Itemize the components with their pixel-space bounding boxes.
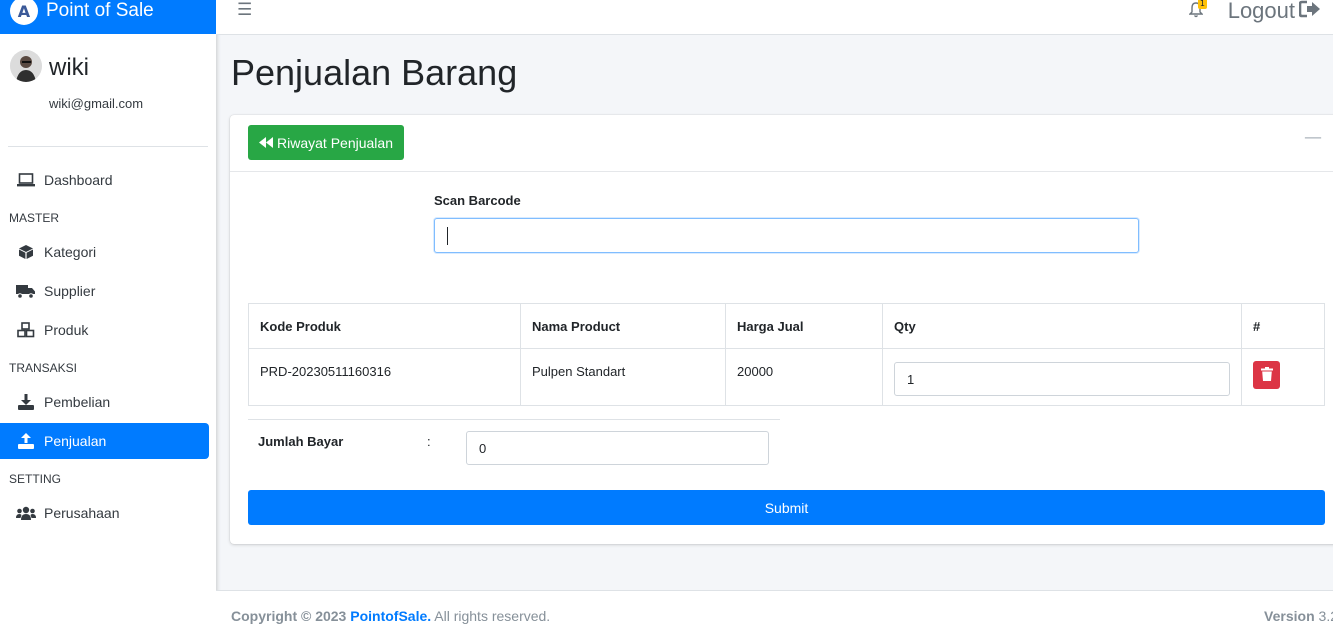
top-navbar: ☰ 1 Logout — [216, 0, 1333, 35]
upload-icon — [16, 433, 36, 449]
copyright: Copyright © 2023 PointofSale. All rights… — [231, 608, 550, 624]
user-panel: wiki wiki@gmail.com — [8, 34, 208, 147]
scan-barcode-label: Scan Barcode — [434, 193, 521, 208]
nav-header-master: MASTER — [9, 210, 60, 225]
brand-logo-icon: A — [10, 0, 38, 25]
sign-out-icon — [1298, 0, 1321, 24]
divider — [248, 419, 780, 420]
column-header: # — [1241, 303, 1325, 349]
version-info: Version 3.2 — [1264, 608, 1333, 624]
cell-harga-jual: 20000 — [725, 348, 883, 406]
truck-icon — [16, 284, 36, 299]
menu-toggle-icon[interactable]: ☰ — [237, 0, 252, 20]
submit-button[interactable]: Submit — [248, 490, 1325, 525]
table-header-row: Kode Produk Nama Product Harga Jual Qty … — [248, 303, 1325, 349]
user-email: wiki@gmail.com — [49, 96, 144, 111]
avatar[interactable] — [10, 50, 42, 82]
version-value: 3.2 — [1318, 608, 1333, 624]
cell-qty: 1 — [882, 348, 1242, 406]
column-header: Nama Product — [520, 303, 726, 349]
column-header: Qty — [882, 303, 1242, 349]
users-icon — [16, 506, 36, 520]
sales-history-label: Riwayat Penjualan — [277, 134, 393, 151]
sidebar-item-label: Kategori — [44, 244, 97, 260]
column-header: Kode Produk — [248, 303, 521, 349]
qty-input[interactable]: 1 — [894, 362, 1230, 396]
table-row: PRD-20230511160316 Pulpen Standart 20000… — [248, 348, 1325, 406]
sidebar-item-label: Produk — [44, 322, 89, 338]
footer: Copyright © 2023 PointofSale. All rights… — [216, 590, 1333, 632]
sidebar-item-label: Supplier — [44, 283, 96, 299]
delete-button[interactable] — [1253, 361, 1280, 389]
backward-icon — [259, 135, 274, 151]
sidebar-item-supplier[interactable]: Supplier — [0, 273, 209, 309]
sidebar-item-pembelian[interactable]: Pembelian — [0, 384, 209, 420]
text-caret — [447, 227, 448, 245]
trash-icon — [1260, 366, 1273, 384]
card-header: Riwayat Penjualan — — [230, 115, 1333, 172]
cell-nama-product: Pulpen Standart — [520, 348, 726, 406]
jumlah-bayar-input[interactable]: 0 — [466, 431, 769, 465]
nav-header-setting: SETTING — [9, 471, 62, 486]
sidebar: A Point of Sale wiki wiki@gmail.com Dash… — [0, 0, 216, 632]
download-icon — [16, 394, 36, 410]
laptop-icon — [16, 173, 36, 187]
sidebar-item-penjualan[interactable]: Penjualan — [0, 423, 209, 459]
cart-table: Kode Produk Nama Product Harga Jual Qty … — [248, 303, 1325, 406]
version-label: Version — [1264, 608, 1315, 624]
collapse-icon[interactable]: — — [1304, 127, 1322, 148]
rights-text: All rights reserved. — [434, 608, 551, 624]
page-title: Penjualan Barang — [231, 52, 518, 93]
logout-link[interactable]: Logout — [1228, 0, 1321, 24]
column-header: Harga Jual — [725, 303, 883, 349]
sales-card: Riwayat Penjualan — Scan Barcode Kode Pr… — [230, 115, 1333, 544]
brand-title: Point of Sale — [46, 0, 154, 21]
jumlah-bayar-label: Jumlah Bayar — [258, 434, 344, 449]
sidebar-item-label: Penjualan — [44, 433, 107, 449]
nav-header-transaksi: TRANSAKSI — [9, 360, 78, 375]
notification-badge: 1 — [1197, 0, 1207, 9]
cubes-icon — [16, 322, 36, 338]
sidebar-nav: Dashboard MASTER Kategori Supplier Produ… — [0, 162, 216, 534]
sidebar-item-produk[interactable]: Produk — [0, 312, 209, 348]
logout-label: Logout — [1227, 0, 1295, 23]
copyright-prefix: Copyright © 2023 — [231, 608, 347, 624]
sidebar-item-dashboard[interactable]: Dashboard — [0, 162, 209, 198]
box-icon — [16, 244, 36, 260]
sales-history-button[interactable]: Riwayat Penjualan — [248, 125, 404, 160]
user-name[interactable]: wiki — [49, 54, 89, 82]
sidebar-item-label: Perusahaan — [44, 505, 120, 521]
cell-action — [1241, 348, 1325, 406]
sidebar-item-label: Dashboard — [44, 172, 113, 188]
sidebar-item-kategori[interactable]: Kategori — [0, 234, 209, 270]
sidebar-item-label: Pembelian — [44, 394, 111, 410]
brand-link[interactable]: A Point of Sale — [0, 0, 216, 34]
jumlah-bayar-colon: : — [427, 434, 431, 449]
cell-kode-produk: PRD-20230511160316 — [248, 348, 521, 406]
sidebar-item-perusahaan[interactable]: Perusahaan — [0, 495, 209, 531]
scan-barcode-input[interactable] — [434, 218, 1139, 253]
brand-footer-link[interactable]: PointofSale. — [350, 608, 431, 624]
